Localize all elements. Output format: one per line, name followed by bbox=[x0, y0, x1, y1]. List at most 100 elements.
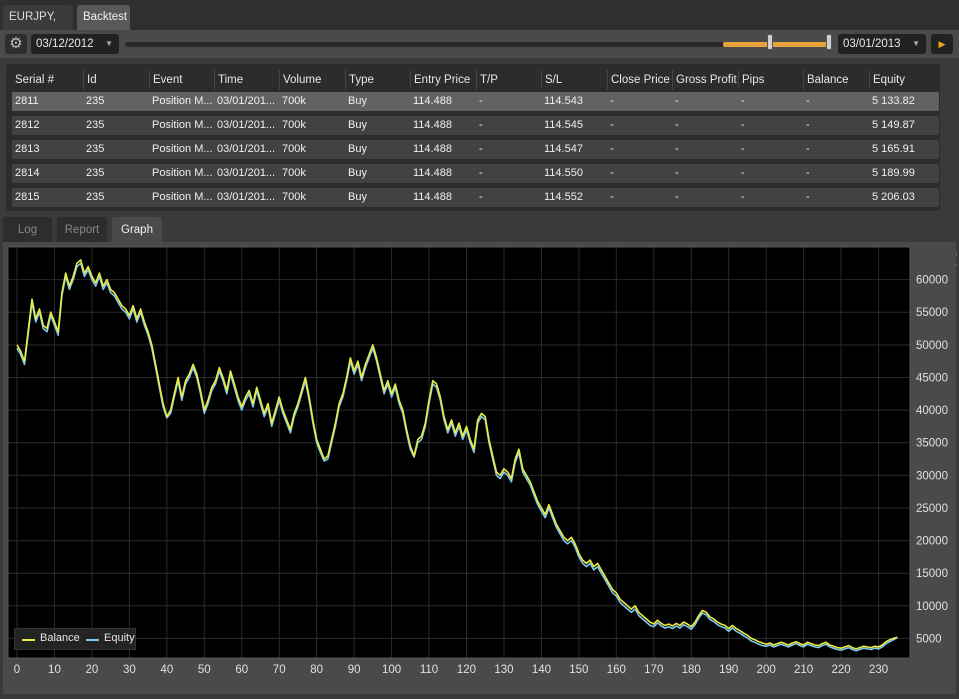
x-tick-label: 0 bbox=[14, 664, 20, 676]
x-tick-label: 130 bbox=[494, 664, 513, 676]
graph-panel: 0 10 20 30 40 50 60 70 80 90 100 110 120 130 140 150 160… bbox=[3, 242, 956, 694]
table-cell: 114.488 bbox=[413, 95, 452, 107]
chevron-down-icon: ▼ bbox=[105, 39, 113, 48]
x-tick-label: 90 bbox=[348, 664, 361, 676]
table-cell: - bbox=[806, 167, 810, 179]
x-tick-label: 180 bbox=[682, 664, 701, 676]
x-tick-label: 60 bbox=[235, 664, 248, 676]
settings-button[interactable]: ⚙ bbox=[5, 34, 27, 54]
table-cell: 5 133.82 bbox=[872, 95, 915, 107]
table-cell: - bbox=[675, 143, 679, 155]
table-cell: 5 165.91 bbox=[872, 143, 915, 155]
column-header[interactable]: S/L bbox=[541, 70, 607, 90]
trades-table: Serial # Id Event Time Volume Type Entry Price… bbox=[6, 64, 957, 270]
tab-backtest[interactable]: Backtest bbox=[77, 5, 130, 30]
end-date-value: 03/01/2013 bbox=[843, 38, 901, 50]
table-cell: - bbox=[610, 191, 614, 203]
x-tick-label: 150 bbox=[569, 664, 588, 676]
table-cell: - bbox=[479, 143, 483, 155]
table-cell: 700k bbox=[282, 119, 306, 131]
equity-balance-chart: 0 10 20 30 40 50 60 70 80 90 100 110 120 130 140 150 160… bbox=[7, 246, 948, 676]
x-tick-label: 30 bbox=[123, 664, 136, 676]
tab-report[interactable]: Report bbox=[57, 217, 107, 242]
table-cell: Buy bbox=[348, 119, 367, 131]
tab-graph[interactable]: Graph bbox=[112, 217, 162, 242]
x-tick-label: 200 bbox=[757, 664, 776, 676]
table-cell: 03/01/201... bbox=[217, 143, 276, 155]
table-cell: - bbox=[741, 191, 745, 203]
slider-start-handle[interactable] bbox=[767, 34, 773, 50]
bottom-tab-bar: Log Report Graph bbox=[0, 217, 959, 242]
table-row[interactable]: 2814 235 Position M... 03/01/201... 700k Buy 1… bbox=[12, 164, 939, 183]
table-cell: - bbox=[610, 143, 614, 155]
table-cell: Buy bbox=[348, 191, 367, 203]
slider-end-handle[interactable] bbox=[826, 34, 832, 50]
table-cell: 114.488 bbox=[413, 167, 452, 179]
table-cell: 2815 bbox=[15, 191, 40, 203]
column-header[interactable]: Time bbox=[214, 70, 279, 90]
table-cell: Buy bbox=[348, 167, 367, 179]
plot-area bbox=[8, 247, 910, 658]
table-row[interactable]: 2812 235 Position M... 03/01/201... 700k Buy 1… bbox=[12, 116, 939, 135]
table-cell: Position M... bbox=[152, 191, 213, 203]
column-header[interactable]: Close Price bbox=[607, 70, 672, 90]
y-tick-label: 35000 bbox=[916, 438, 948, 450]
table-cell: 2814 bbox=[15, 167, 40, 179]
y-tick-label: 30000 bbox=[916, 470, 948, 482]
column-header[interactable]: T/P bbox=[476, 70, 541, 90]
backtest-progress-slider[interactable] bbox=[125, 42, 831, 47]
table-cell: 03/01/201... bbox=[217, 119, 276, 131]
table-cell: - bbox=[675, 167, 679, 179]
table-cell: 03/01/201... bbox=[217, 191, 276, 203]
table-cell: 114.545 bbox=[544, 119, 583, 131]
x-tick-label: 80 bbox=[310, 664, 323, 676]
table-cell: - bbox=[675, 119, 679, 131]
table-cell: - bbox=[479, 95, 483, 107]
chevron-down-icon: ▼ bbox=[912, 39, 920, 48]
column-header[interactable]: Pips bbox=[738, 70, 803, 90]
play-icon: ▶ bbox=[938, 39, 946, 49]
table-cell: 114.547 bbox=[544, 143, 583, 155]
x-tick-label: 160 bbox=[607, 664, 626, 676]
column-header[interactable]: Balance bbox=[803, 70, 869, 90]
table-cell: Position M... bbox=[152, 167, 213, 179]
table-row[interactable]: 2815 235 Position M... 03/01/201... 700k Buy 1… bbox=[12, 188, 939, 207]
x-tick-label: 10 bbox=[48, 664, 61, 676]
column-header[interactable]: Type bbox=[345, 70, 410, 90]
x-tick-label: 220 bbox=[831, 664, 850, 676]
column-header[interactable]: Equity bbox=[869, 70, 938, 90]
play-button[interactable]: ▶ bbox=[931, 34, 953, 54]
tab-log[interactable]: Log bbox=[3, 217, 52, 242]
table-cell: - bbox=[806, 191, 810, 203]
equity-legend-label: Equity bbox=[104, 632, 135, 644]
x-tick-label: 20 bbox=[86, 664, 99, 676]
table-cell: - bbox=[741, 143, 745, 155]
table-row[interactable]: 2811 235 Position M... 03/01/201... 700k Buy 1… bbox=[12, 92, 939, 111]
balance-legend-label: Balance bbox=[40, 632, 80, 644]
table-cell: - bbox=[741, 119, 745, 131]
table-cell: 114.543 bbox=[544, 95, 583, 107]
y-tick-label: 60000 bbox=[916, 275, 948, 287]
y-tick-label: 25000 bbox=[916, 503, 948, 515]
column-header[interactable]: Entry Price bbox=[410, 70, 476, 90]
window-tab-bar: EURJPY, m1 Backtest bbox=[0, 0, 959, 48]
table-cell: Position M... bbox=[152, 95, 213, 107]
balance-legend-swatch bbox=[22, 639, 35, 641]
table-row[interactable]: 2813 235 Position M... 03/01/201... 700k Buy 1… bbox=[12, 140, 939, 159]
y-tick-label: 10000 bbox=[916, 601, 948, 613]
table-cell: 03/01/201... bbox=[217, 167, 276, 179]
column-header[interactable]: Gross Profit bbox=[672, 70, 738, 90]
table-cell: - bbox=[610, 95, 614, 107]
column-header[interactable]: Event bbox=[149, 70, 214, 90]
x-tick-label: 170 bbox=[644, 664, 663, 676]
end-date-select[interactable]: 03/01/2013 ▼ bbox=[838, 34, 926, 54]
column-header[interactable]: Id bbox=[83, 70, 149, 90]
y-tick-label: 40000 bbox=[916, 405, 948, 417]
tab-eurjpy-m1[interactable]: EURJPY, m1 bbox=[3, 5, 73, 48]
column-header[interactable]: Serial # bbox=[12, 70, 83, 90]
start-date-select[interactable]: 03/12/2012 ▼ bbox=[31, 34, 119, 54]
table-cell: 700k bbox=[282, 191, 306, 203]
y-tick-label: 55000 bbox=[916, 307, 948, 319]
table-cell: - bbox=[479, 191, 483, 203]
column-header[interactable]: Volume bbox=[279, 70, 345, 90]
